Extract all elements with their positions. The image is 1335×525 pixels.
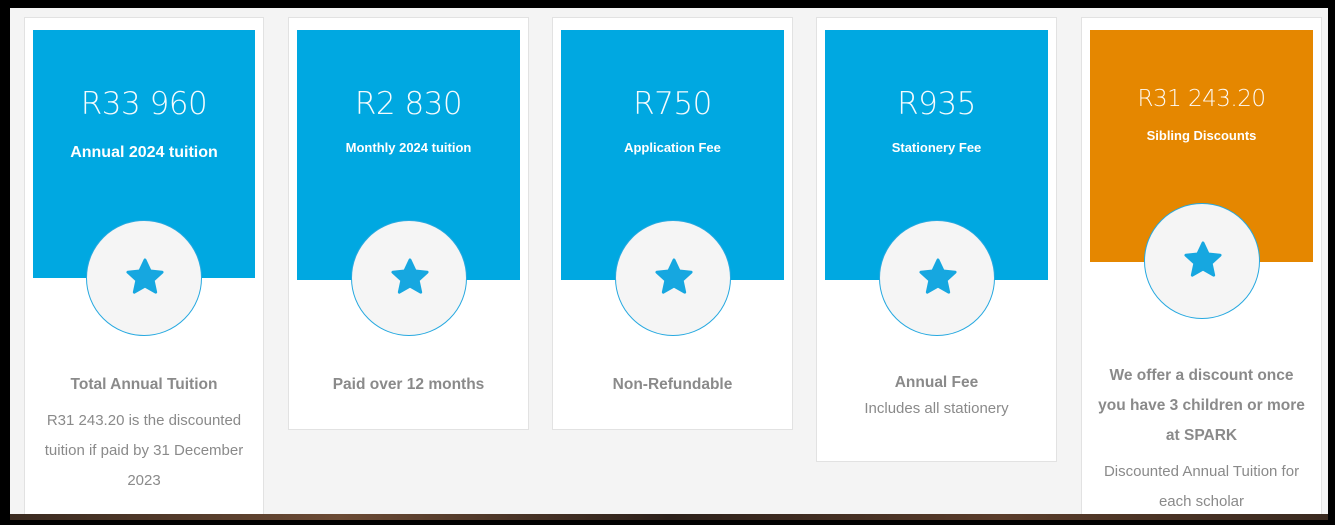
star-badge bbox=[1143, 203, 1260, 319]
star-icon bbox=[126, 258, 164, 294]
price-value: R2 830 bbox=[354, 86, 463, 122]
price-label: Stationery Fee bbox=[891, 140, 982, 155]
price-value: R935 bbox=[897, 86, 976, 122]
card-body-title: We offer a discount once you have 3 chil… bbox=[1098, 367, 1305, 444]
pricing-card-annual-tuition: R33 960 Annual 2024 tuition Total Annual… bbox=[24, 17, 264, 520]
price-value: R31 243.20 bbox=[1137, 86, 1266, 112]
background-image-strip bbox=[10, 514, 1328, 520]
price-label: Sibling Discounts bbox=[1146, 128, 1257, 143]
pricing-card-stationery-fee: R935 Stationery Fee Annual Fee Includes … bbox=[816, 17, 1057, 462]
star-icon bbox=[1183, 241, 1222, 277]
card-body-title: Paid over 12 months bbox=[332, 376, 485, 393]
card-body: We offer a discount once you have 3 chil… bbox=[1096, 361, 1307, 517]
card-body: Total Annual Tuition R31 243.20 is the d… bbox=[35, 370, 253, 496]
card-body-title: Non-Refundable bbox=[612, 376, 733, 393]
card-body-title: Total Annual Tuition bbox=[70, 376, 218, 393]
star-badge bbox=[350, 220, 467, 336]
price-label: Application Fee bbox=[624, 140, 721, 155]
card-body-text: R31 243.20 is the discounted tuition if … bbox=[44, 412, 244, 489]
card-body-text: Includes all stationery bbox=[864, 400, 1009, 417]
pricing-card-application-fee: R750 Application Fee Non-Refundable bbox=[552, 17, 793, 430]
card-body-title: Annual Fee bbox=[894, 374, 979, 391]
price-label: Monthly 2024 tuition bbox=[345, 140, 472, 155]
star-icon bbox=[918, 258, 957, 294]
star-badge bbox=[878, 220, 995, 336]
card-body: Paid over 12 months bbox=[299, 370, 518, 400]
star-icon bbox=[654, 258, 693, 294]
pricing-section: R33 960 Annual 2024 tuition Total Annual… bbox=[10, 8, 1328, 520]
price-label: Annual 2024 tuition bbox=[70, 144, 218, 161]
star-badge bbox=[86, 220, 202, 336]
price-value: R750 bbox=[633, 86, 712, 122]
card-body-text: Discounted Annual Tuition for each schol… bbox=[1103, 463, 1300, 510]
pricing-card-monthly-tuition: R2 830 Monthly 2024 tuition Paid over 12… bbox=[288, 17, 529, 430]
price-value: R33 960 bbox=[80, 86, 208, 122]
star-icon bbox=[390, 258, 429, 294]
star-badge bbox=[614, 220, 731, 336]
pricing-card-sibling-discounts: R31 243.20 Sibling Discounts We offer a … bbox=[1081, 17, 1322, 520]
card-body: Non-Refundable bbox=[563, 370, 782, 400]
card-body: Annual Fee Includes all stationery bbox=[827, 370, 1046, 422]
